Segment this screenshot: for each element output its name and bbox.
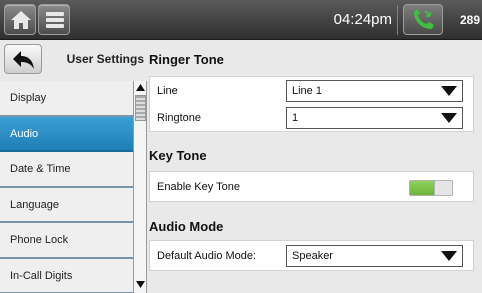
- default-audio-mode-select[interactable]: Speaker: [286, 245, 463, 267]
- enable-key-tone-label: Enable Key Tone: [157, 181, 240, 193]
- ringtone-select-value: 1: [292, 112, 299, 124]
- default-audio-mode-value: Speaker: [292, 250, 333, 262]
- menu-list-icon: [46, 12, 64, 28]
- clock: 04:24pm: [333, 11, 392, 28]
- default-audio-mode-row: Default Audio Mode: Speaker: [150, 242, 473, 270]
- sidebar-title: User Settings: [66, 52, 144, 66]
- scroll-down-icon[interactable]: [135, 279, 146, 290]
- ringer-tone-card: Line Line 1 Ringtone 1: [149, 76, 474, 132]
- toggle-on-fill: [410, 181, 434, 195]
- top-bar: 04:24pm 289: [0, 0, 482, 40]
- audio-mode-heading: Audio Mode: [149, 219, 224, 234]
- ringtone-row: Ringtone 1: [150, 104, 473, 132]
- sidebar-item-audio[interactable]: Audio: [0, 116, 133, 152]
- toggle-knob: [434, 180, 453, 196]
- phone-call-icon: [414, 9, 434, 29]
- ringtone-select[interactable]: 1: [286, 107, 463, 129]
- chevron-down-icon: [441, 86, 457, 96]
- sidebar-item-phone-lock[interactable]: Phone Lock: [0, 223, 133, 259]
- line-row: Line Line 1: [150, 77, 473, 105]
- extension-number: 289: [459, 13, 480, 27]
- sidebar-item-language[interactable]: Language: [0, 187, 133, 223]
- audio-mode-card: Default Audio Mode: Speaker: [149, 240, 474, 271]
- settings-menu: Display Audio Date & Time Language Phone…: [0, 81, 133, 293]
- divider: [397, 5, 398, 35]
- line-select-value: Line 1: [292, 85, 322, 97]
- back-arrow-icon: [13, 51, 34, 69]
- chevron-down-icon: [441, 251, 457, 261]
- ringtone-label: Ringtone: [157, 112, 202, 124]
- back-button[interactable]: [4, 44, 42, 74]
- menu-button[interactable]: [38, 4, 70, 35]
- line-label: Line: [157, 85, 178, 97]
- sidebar-scrollbar[interactable]: [133, 81, 147, 293]
- enable-key-tone-toggle[interactable]: [409, 180, 453, 196]
- sidebar-item-display[interactable]: Display: [0, 81, 133, 117]
- call-button[interactable]: [403, 4, 443, 35]
- key-tone-heading: Key Tone: [149, 148, 207, 163]
- enable-key-tone-row: Enable Key Tone: [150, 173, 473, 201]
- ringer-tone-heading: Ringer Tone: [149, 52, 224, 67]
- sidebar-item-in-call-digits[interactable]: In-Call Digits: [0, 258, 133, 293]
- home-icon: [11, 11, 31, 29]
- scrollbar-thumb[interactable]: [135, 95, 146, 121]
- sidebar-item-date-time[interactable]: Date & Time: [0, 152, 133, 188]
- scroll-up-icon[interactable]: [135, 82, 146, 93]
- chevron-down-icon: [441, 113, 457, 123]
- key-tone-card: Enable Key Tone: [149, 171, 474, 202]
- home-button[interactable]: [4, 4, 36, 35]
- line-select[interactable]: Line 1: [286, 80, 463, 102]
- default-audio-mode-label: Default Audio Mode:: [157, 250, 257, 262]
